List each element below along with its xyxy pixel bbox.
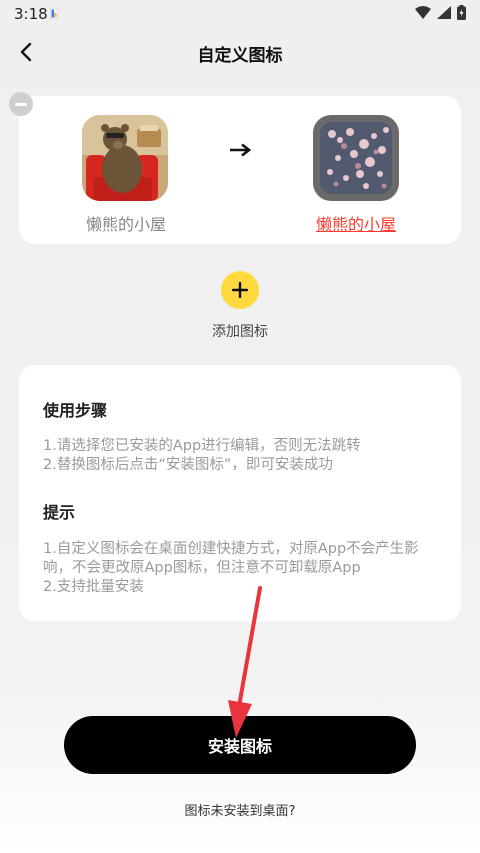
app-header: 自定义图标	[0, 28, 480, 76]
original-app-icon	[82, 115, 168, 201]
battery-icon	[457, 5, 466, 20]
usage-step-line: 1.请选择您已安装的App进行编辑，否则无法跳转	[43, 438, 361, 454]
blossom-image-icon	[320, 122, 392, 194]
right-arrow-icon	[230, 143, 251, 157]
status-icons	[415, 5, 466, 20]
wifi-icon	[415, 6, 431, 19]
custom-app-icon[interactable]	[313, 115, 399, 201]
icon-not-installed-help-link[interactable]: 图标未安装到桌面?	[0, 800, 480, 819]
bear-house-icon	[82, 115, 168, 201]
add-icon-label: 添加图标	[212, 324, 268, 340]
add-icon-button[interactable]	[221, 271, 259, 309]
custom-app-name-link[interactable]: 懒熊的小屋	[296, 211, 416, 235]
tips-title: 提示	[43, 503, 76, 522]
page-title: 自定义图标	[197, 46, 283, 66]
status-time: 3:18	[14, 5, 48, 23]
plus-icon	[232, 282, 248, 298]
tips-line: 响，不会更改原App图标，但注意不可卸载原App	[43, 560, 361, 576]
status-bar: 3:18	[0, 0, 480, 28]
install-icon-button[interactable]: 安装图标	[64, 716, 416, 774]
notification-icon	[50, 8, 58, 19]
original-app-name: 懒熊的小屋	[85, 215, 166, 234]
usage-step-line: 2.替换图标后点击“安装图标”，即可安装成功	[43, 457, 333, 473]
tips-line: 2.支持批量安装	[43, 579, 144, 595]
remove-icon-button[interactable]	[9, 92, 33, 116]
tips-line: 1.自定义图标会在桌面创建快捷方式，对原App不会产生影	[43, 541, 419, 557]
signal-icon	[437, 6, 451, 19]
minus-icon	[15, 102, 27, 106]
usage-steps-title: 使用步骤	[43, 401, 108, 420]
